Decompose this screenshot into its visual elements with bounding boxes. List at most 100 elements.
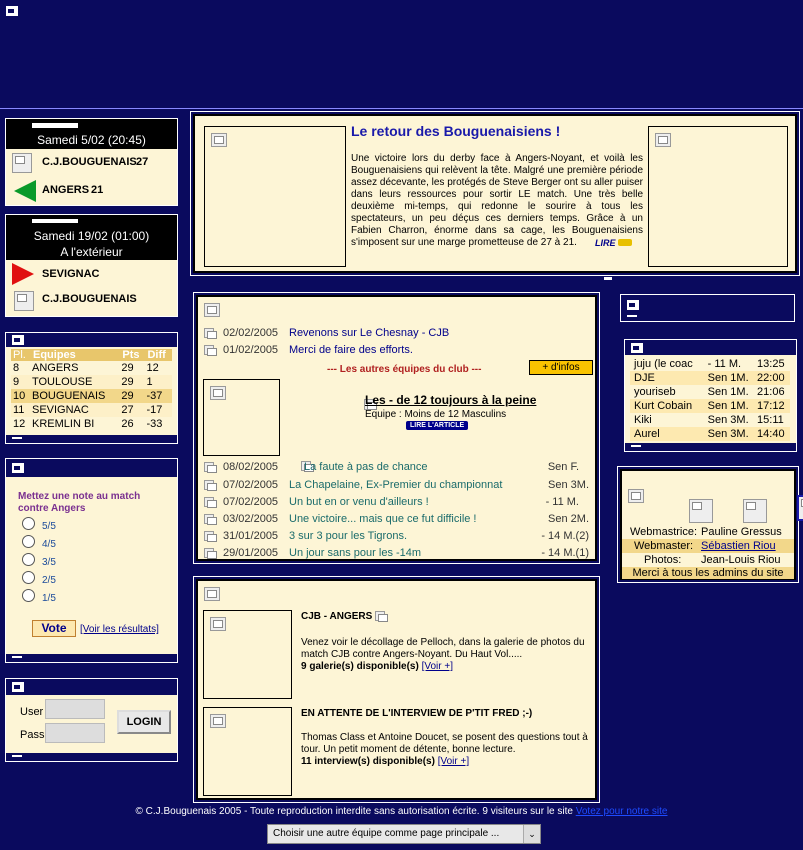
cell: 21:06 [757,386,785,398]
footer-deco [631,445,641,447]
pass-input[interactable] [45,723,105,743]
radio-button[interactable] [22,535,35,548]
feature-team: Equipe : Moins de 12 Masculins [365,409,507,420]
news-link[interactable]: Revenons sur Le Chesnay - CJB [289,327,449,339]
list-item: 03/02/2005 Une victoire... mais que ce f… [204,511,589,528]
winner-arrow-icon [14,180,36,202]
standings-footer [6,435,177,443]
next-match-header: Samedi 5/02 (20:45) [6,119,177,149]
lire-label: LIRE [595,238,616,248]
news-link[interactable]: Un but en or venu d'ailleurs ! [289,496,429,508]
news-box: 02/02/2005 Revenons sur Le Chesnay - CJB… [196,295,597,561]
news-link[interactable]: Une victoire... mais que ce fut difficil… [289,513,477,525]
credits-box: Webmastrice: Pauline Gressus Webmaster: … [620,469,803,580]
user-input[interactable] [45,699,105,719]
news-link[interactable]: La faute à pas de chance [304,461,428,473]
credits-header-icon [628,489,644,503]
broken-image-icon [210,617,226,631]
news-date: 07/02/2005 [223,479,279,491]
poll-header [6,459,177,477]
vote-site-link[interactable]: Votez pour notre site [576,806,668,817]
cell: SEVIGNAC [31,404,89,416]
small-deco [604,277,612,280]
headline-title[interactable]: Le retour des Bouguenaisiens ! [351,123,560,139]
bullet-icon [204,328,217,339]
news-link[interactable]: 3 sur 3 pour les Tigrons. [289,530,407,542]
news-link[interactable]: Un jour sans pour les -14m [289,547,421,559]
cell: 12 [146,362,159,374]
headline-box: Le retour des Bouguenaisiens ! Une victo… [193,114,797,273]
header-deco [32,123,78,128]
table-row: Aurel Sen 3M. 14:40 [630,427,790,441]
cell: -17 [146,404,163,416]
interview-image[interactable] [203,707,292,796]
news-team: Sen F. [547,461,579,473]
radio-button[interactable] [22,589,35,602]
bullet-icon [204,531,217,542]
webmaster-link[interactable]: Sébastien Riou [701,540,776,552]
credits-frame: Webmastrice: Pauline Gressus Webmaster: … [617,466,803,583]
radio-button[interactable] [22,553,35,566]
lire-link[interactable]: LIRE [595,238,632,248]
team2-name: C.J.BOUGUENAIS [42,293,137,305]
chevron-down-icon[interactable]: ⌄ [523,825,540,843]
cell: 27 [121,404,134,416]
list-item: 08/02/2005 La faute à pas de chance Sen … [204,459,589,477]
list-item: 07/02/2005 La Chapelaine, Ex-Premier du … [204,477,589,494]
cell: DJE [634,372,655,384]
online-footer [625,443,796,451]
cell: Sen 3M. [707,428,749,440]
standings-header [6,333,177,347]
login-button[interactable]: LOGIN [117,710,171,734]
webmastrice-photo[interactable] [689,499,714,523]
vote-button[interactable]: Vote [32,620,76,637]
cell: Kurt Cobain [634,400,693,412]
news-date: 03/02/2005 [223,513,279,525]
radio-button[interactable] [22,571,35,584]
table-row: 9 TOULOUSE 29 1 [11,375,172,389]
cell: 22:00 [757,372,785,384]
galleries-box: CJB - ANGERS Venez voir le décollage de … [196,579,597,800]
arrow-icon [617,239,632,246]
photos-name: Jean-Louis Riou [701,554,781,566]
feature-image [203,379,280,456]
next-match-box: Samedi 5/02 (20:45) C.J.BOUGUENAIS 27 AN… [5,118,178,206]
list-item: 07/02/2005 Un but en or venu d'ailleurs … [204,494,589,511]
team1-row: SEVIGNAC [6,260,177,287]
news-link[interactable]: La Chapelaine, Ex-Premier du championnat [289,479,502,491]
feature-title[interactable]: Les - de 12 toujours à la peine [365,393,536,407]
webmaster-label: Webmaster: [634,540,694,552]
webmaster-photo[interactable] [743,499,768,523]
gallery-image[interactable] [203,610,292,699]
results-link[interactable]: [Voir les résultats] [80,624,159,635]
new-icon [375,611,389,623]
interview-more-link[interactable]: [Voir +] [438,756,469,767]
photographer-photo[interactable] [797,495,803,521]
cell: 12 [13,418,26,430]
footer-deco [12,755,22,757]
photos-row: Photos: Jean-Louis Riou [622,553,794,567]
news-link[interactable]: Merci de faire des efforts. [289,344,413,356]
poll-option-label: 3/5 [42,557,56,568]
infos-button[interactable]: + d'infos [529,360,593,375]
list-item: 29/01/2005 Un jour sans pour les -14m - … [204,545,589,562]
team-select[interactable]: Choisir une autre équipe comme page prin… [267,824,541,844]
broken-image-icon [210,386,226,400]
read-article-button[interactable]: LIRE L'ARTICLE [406,421,469,430]
list-item: 02/02/2005 Revenons sur Le Chesnay - CJB [204,326,584,343]
header-deco [32,219,78,223]
bullet-icon [204,497,217,508]
online-icon [631,343,643,353]
cell: 9 [13,376,20,388]
pass-label: Pass [20,729,45,741]
footer-deco [627,315,637,317]
radio-button[interactable] [22,517,35,530]
photos-label: Photos: [644,554,682,566]
news-list: 02/02/2005 Revenons sur Le Chesnay - CJB… [204,326,584,360]
gallery-more-link[interactable]: [Voir +] [422,661,453,672]
list-item: 31/01/2005 3 sur 3 pour les Tigrons. - 1… [204,528,589,545]
col-pl: Pl. [13,349,26,361]
broken-image-icon [210,714,226,728]
news-date: 29/01/2005 [223,547,279,559]
home-team-name: C.J.BOUGUENAIS [42,156,137,168]
